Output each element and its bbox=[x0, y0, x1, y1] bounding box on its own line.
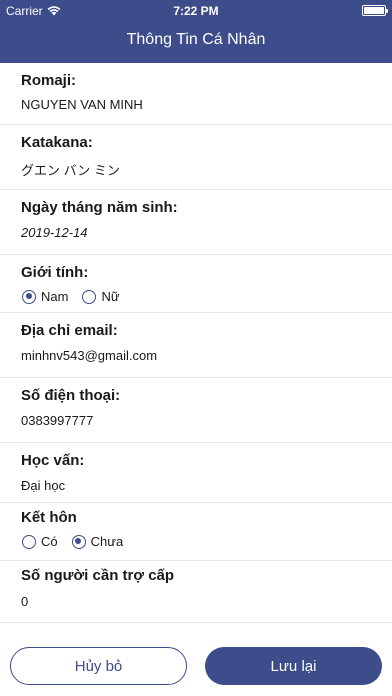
birthdate-field: Ngày tháng năm sinh: 2019-12-14 bbox=[0, 190, 392, 255]
radio-unchecked-icon bbox=[82, 289, 97, 304]
birthdate-value[interactable]: 2019-12-14 bbox=[21, 225, 88, 240]
romaji-field: Romaji: NGUYEN VAN MINH bbox=[0, 63, 392, 125]
gender-label: Giới tính: bbox=[21, 264, 89, 281]
katakana-label: Katakana: bbox=[21, 134, 93, 151]
battery-icon bbox=[362, 5, 388, 16]
dependents-label: Số người cần trợ cấp bbox=[21, 567, 175, 584]
footer-actions: Hủy bỏ Lưu lại bbox=[0, 633, 392, 696]
marital-option-label: Có bbox=[41, 534, 58, 549]
nav-header: Carrier 7:22 PM Thông Tin Cá Nhân bbox=[0, 0, 392, 63]
romaji-label: Romaji: bbox=[21, 72, 77, 89]
radio-checked-icon bbox=[22, 289, 36, 304]
gender-option-nam[interactable]: Nam bbox=[22, 289, 68, 304]
status-bar: Carrier 7:22 PM bbox=[0, 0, 392, 22]
dependents-field: Số người cần trợ cấp 0 bbox=[0, 561, 392, 623]
marital-field: Kết hôn Có Chưa bbox=[0, 503, 392, 561]
profile-form: Romaji: NGUYEN VAN MINH Katakana: グエン バン… bbox=[0, 63, 392, 623]
marital-option-co[interactable]: Có bbox=[22, 534, 58, 549]
email-value[interactable]: minhnv543@gmail.com bbox=[21, 348, 157, 363]
page-title: Thông Tin Cá Nhân bbox=[126, 31, 266, 48]
birthdate-label: Ngày tháng năm sinh: bbox=[21, 199, 178, 216]
marital-option-label: Chưa bbox=[90, 534, 124, 549]
gender-radio-group: Nam Nữ bbox=[22, 289, 120, 304]
education-value[interactable]: Đại học bbox=[21, 478, 65, 493]
save-button[interactable]: Lưu lại bbox=[205, 647, 382, 685]
gender-field: Giới tính: Nam Nữ bbox=[0, 255, 392, 313]
katakana-value[interactable]: グエン バン ミン bbox=[21, 160, 120, 179]
romaji-value[interactable]: NGUYEN VAN MINH bbox=[21, 97, 143, 112]
status-time: 7:22 PM bbox=[173, 4, 219, 18]
gender-option-label: Nữ bbox=[101, 289, 120, 304]
education-field: Học vấn: Đại học bbox=[0, 443, 392, 503]
gender-option-label: Nam bbox=[41, 289, 69, 304]
phone-field: Số điện thoại: 0383997777 bbox=[0, 378, 392, 443]
radio-unchecked-icon bbox=[22, 534, 36, 549]
phone-label: Số điện thoại: bbox=[21, 387, 121, 404]
dependents-value[interactable]: 0 bbox=[21, 594, 28, 609]
marital-radio-group: Có Chưa bbox=[22, 534, 123, 549]
education-label: Học vấn: bbox=[21, 452, 85, 469]
marital-option-chua[interactable]: Chưa bbox=[71, 534, 124, 549]
gender-option-nu[interactable]: Nữ bbox=[82, 289, 120, 304]
katakana-field: Katakana: グエン バン ミン bbox=[0, 125, 392, 190]
marital-label: Kết hôn bbox=[21, 509, 77, 526]
phone-value[interactable]: 0383997777 bbox=[21, 413, 93, 428]
email-label: Địa chỉ email: bbox=[21, 322, 118, 339]
cancel-button[interactable]: Hủy bỏ bbox=[10, 647, 187, 685]
email-field: Địa chỉ email: minhnv543@gmail.com bbox=[0, 313, 392, 378]
radio-checked-icon bbox=[71, 534, 86, 549]
